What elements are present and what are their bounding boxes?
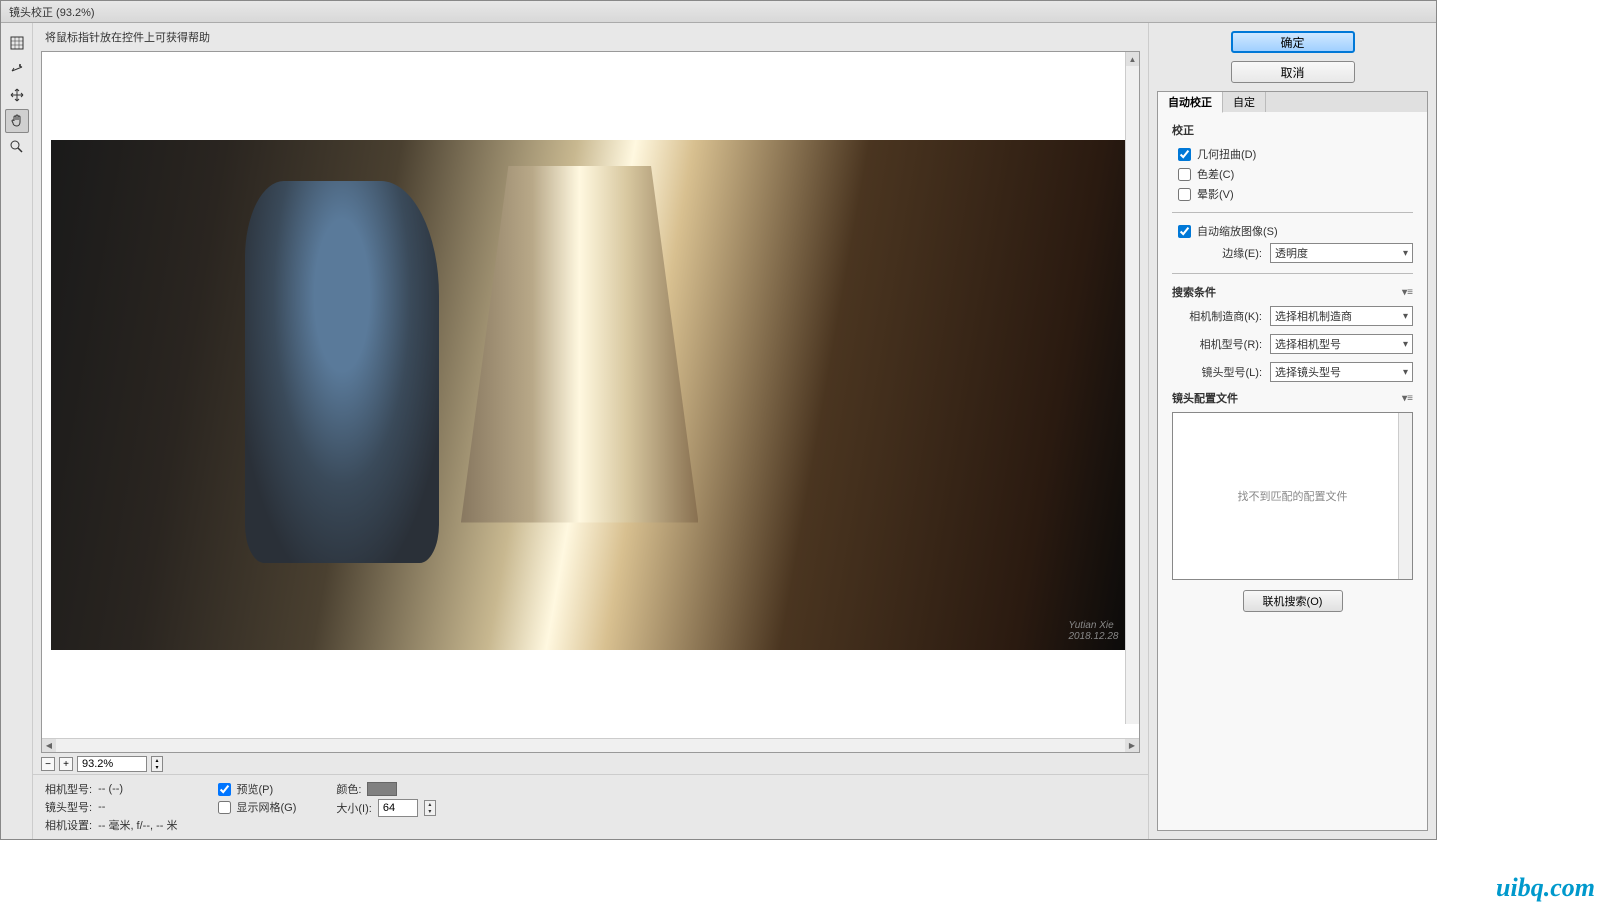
camera-model-select-label: 相机型号(R):: [1172, 336, 1262, 352]
horizontal-scrollbar[interactable]: ◀ ▶: [42, 738, 1139, 752]
zoom-in-button[interactable]: +: [59, 757, 73, 771]
help-text: 将鼠标指针放在控件上可获得帮助: [33, 23, 1148, 51]
profiles-scrollbar[interactable]: [1398, 413, 1412, 579]
profiles-menu-icon[interactable]: ▾≡: [1402, 393, 1413, 404]
vignette-checkbox[interactable]: [1178, 188, 1191, 201]
scroll-left-icon[interactable]: ◀: [42, 739, 56, 752]
lens-model-select[interactable]: 选择镜头型号: [1270, 362, 1413, 382]
scroll-up-icon[interactable]: ▲: [1126, 52, 1139, 66]
camera-model-select[interactable]: 选择相机型号: [1270, 334, 1413, 354]
auto-scale-label: 自动缩放图像(S): [1197, 223, 1278, 239]
grid-size-input[interactable]: [378, 799, 418, 817]
preview-checkbox[interactable]: [218, 783, 231, 796]
color-label: 颜色:: [336, 781, 361, 797]
image-preview: Yutian Xie2018.12.28: [51, 140, 1131, 650]
preview-label: 预览(P): [237, 781, 274, 797]
dialog-content: 将鼠标指针放在控件上可获得帮助 Yutian Xie2018.12.28 ▲ ◀: [1, 23, 1436, 839]
zoom-tool[interactable]: [5, 135, 29, 159]
online-search-button[interactable]: 联机搜索(O): [1243, 590, 1343, 612]
lens-model-value: --: [98, 801, 105, 813]
dialog-title: 镜头校正 (93.2%): [1, 1, 1436, 23]
move-grid-tool[interactable]: [5, 83, 29, 107]
lens-correction-dialog: 镜头校正 (93.2%) 将鼠标指针放在控件上可获得帮助 Yutian Xie2…: [0, 0, 1437, 840]
ok-button[interactable]: 确定: [1231, 31, 1355, 53]
vignette-label: 晕影(V): [1197, 186, 1234, 202]
image-signature: Yutian Xie2018.12.28: [1068, 620, 1118, 642]
watermark: UiBQ.CoM: [1496, 873, 1595, 903]
chromatic-aberration-label: 色差(C): [1197, 166, 1234, 182]
settings-tabs: 自动校正 自定 校正 几何扭曲(D) 色差(C) 晕影(V) 自动缩放图像(S)…: [1157, 91, 1428, 831]
canvas-viewport[interactable]: Yutian Xie2018.12.28 ▲: [42, 52, 1139, 738]
grid-color-swatch[interactable]: [367, 782, 397, 796]
scroll-right-icon[interactable]: ▶: [1125, 739, 1139, 752]
size-spinner[interactable]: ▴▾: [424, 800, 436, 816]
camera-make-select[interactable]: 选择相机制造商: [1270, 306, 1413, 326]
vertical-scrollbar[interactable]: ▲: [1125, 52, 1139, 724]
tab-auto-correction[interactable]: 自动校正: [1158, 92, 1223, 113]
main-area: 将鼠标指针放在控件上可获得帮助 Yutian Xie2018.12.28 ▲ ◀: [33, 23, 1148, 839]
zoom-spinner[interactable]: ▴▾: [151, 756, 163, 772]
right-panel: 确定 取消 自动校正 自定 校正 几何扭曲(D) 色差(C) 晕影(V) 自动缩…: [1148, 23, 1436, 839]
chromatic-aberration-checkbox[interactable]: [1178, 168, 1191, 181]
lens-profiles-list[interactable]: 找不到匹配的配置文件: [1172, 412, 1413, 580]
cancel-button[interactable]: 取消: [1231, 61, 1355, 83]
hand-tool[interactable]: [5, 109, 29, 133]
camera-settings-value: -- 毫米, f/--, -- 米: [98, 817, 177, 833]
straighten-tool[interactable]: [5, 57, 29, 81]
geometric-distortion-checkbox[interactable]: [1178, 148, 1191, 161]
tabs-header: 自动校正 自定: [1158, 92, 1427, 112]
camera-make-label: 相机制造商(K):: [1172, 308, 1262, 324]
grid-label: 显示网格(G): [237, 799, 297, 815]
tab-custom[interactable]: 自定: [1223, 92, 1266, 112]
camera-settings-label: 相机设置:: [45, 817, 92, 833]
correction-section-title: 校正: [1172, 122, 1413, 138]
search-menu-icon[interactable]: ▾≡: [1402, 287, 1413, 298]
tab-body-auto: 校正 几何扭曲(D) 色差(C) 晕影(V) 自动缩放图像(S) 边缘(E): 透…: [1158, 112, 1427, 830]
camera-model-value: -- (--): [98, 783, 123, 795]
edge-label: 边缘(E):: [1172, 245, 1262, 261]
no-match-text: 找不到匹配的配置文件: [1238, 488, 1348, 504]
canvas-wrap: Yutian Xie2018.12.28 ▲ ◀ ▶: [41, 51, 1140, 753]
bottom-info: 相机型号: -- (--) 镜头型号: -- 相机设置: -- 毫米, f/--, -…: [33, 774, 1148, 839]
tools-toolbar: [1, 23, 33, 839]
lens-model-label: 镜头型号:: [45, 799, 92, 815]
zoom-bar: − + 93.2% ▴▾: [33, 754, 1148, 774]
lens-profiles-title: 镜头配置文件: [1172, 390, 1238, 406]
size-label: 大小(I):: [336, 800, 371, 816]
search-criteria-title: 搜索条件: [1172, 284, 1216, 300]
auto-scale-checkbox[interactable]: [1178, 225, 1191, 238]
geometric-distortion-label: 几何扭曲(D): [1197, 146, 1256, 162]
remove-distortion-tool[interactable]: [5, 31, 29, 55]
camera-model-label: 相机型号:: [45, 781, 92, 797]
zoom-value[interactable]: 93.2%: [77, 756, 147, 772]
zoom-out-button[interactable]: −: [41, 757, 55, 771]
lens-model-select-label: 镜头型号(L):: [1172, 364, 1262, 380]
edge-select[interactable]: 透明度: [1270, 243, 1413, 263]
show-grid-checkbox[interactable]: [218, 801, 231, 814]
